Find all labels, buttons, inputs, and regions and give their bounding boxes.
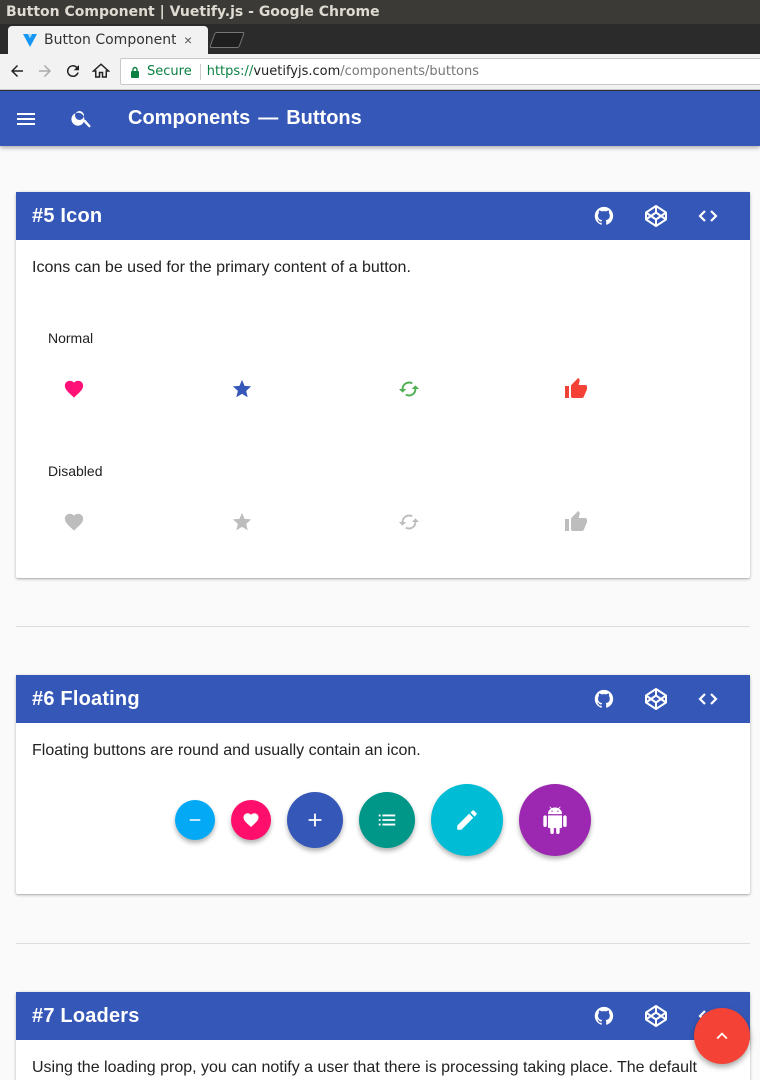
tab-title: Button Component (44, 32, 176, 48)
github-button[interactable] (592, 687, 616, 711)
favorite-icon-button[interactable] (56, 371, 92, 407)
github-button[interactable] (592, 204, 616, 228)
main-content: #5 Icon Icons can be used for the primar… (0, 146, 760, 1080)
card-title: #6 Floating (32, 687, 140, 710)
codepen-button[interactable] (644, 204, 668, 228)
codepen-icon (645, 1005, 667, 1027)
android-fab[interactable] (519, 784, 591, 856)
cached-icon (398, 381, 420, 397)
edit-icon (457, 810, 477, 830)
search-icon[interactable] (70, 106, 94, 130)
edit-fab[interactable] (431, 784, 503, 856)
omnibox-separator (199, 63, 201, 80)
browser-toolbar: Secure https:// vuetifyjs.com /component… (0, 54, 760, 90)
window-title: Button Component | Vuetify.js - Google C… (0, 0, 760, 24)
card-description: Icons can be used for the primary conten… (32, 259, 411, 276)
remove-icon (189, 819, 201, 821)
back-button[interactable] (6, 60, 28, 82)
forward-button[interactable] (34, 60, 56, 82)
loaders-example-card: #7 Loaders Using the loading prop, you c… (16, 992, 750, 1080)
star-icon (232, 379, 252, 398)
star-icon (232, 512, 252, 531)
codepen-icon (645, 205, 667, 227)
favorite-fab[interactable] (231, 800, 271, 840)
android-icon (543, 806, 567, 834)
thumb-up-icon-button-disabled (558, 504, 594, 540)
forward-arrow-icon (39, 65, 51, 77)
heart-icon (64, 513, 84, 531)
chevron-up-icon (716, 1032, 728, 1040)
scroll-to-top-button[interactable] (694, 1008, 750, 1064)
github-icon (594, 206, 614, 225)
github-icon (594, 1006, 614, 1025)
vuetify-favicon-icon (23, 34, 37, 47)
menu-icon[interactable] (14, 107, 38, 131)
secure-label: Secure (147, 64, 192, 79)
breadcrumb-dash: — (258, 107, 279, 129)
tab-strip: Button Component × (0, 24, 760, 54)
section-divider (16, 943, 750, 944)
star-icon-button-disabled (224, 504, 260, 540)
github-icon (594, 689, 614, 708)
floating-example-card: #6 Floating Floating buttons are round a… (16, 675, 750, 894)
breadcrumb-page: Buttons (286, 107, 362, 129)
tab-close-icon[interactable]: × (184, 32, 192, 48)
code-icon (698, 693, 718, 705)
codepen-button[interactable] (644, 1004, 668, 1028)
breadcrumb-section: Components (128, 107, 251, 129)
card-header: #5 Icon (16, 192, 750, 240)
back-arrow-icon (11, 65, 23, 77)
add-fab[interactable] (287, 792, 343, 848)
app-toolbar: Components — Buttons (0, 91, 760, 146)
reload-icon (66, 65, 79, 78)
lock-icon (131, 66, 139, 78)
url-scheme: https:// (206, 64, 254, 79)
card-header: #6 Floating (16, 675, 750, 723)
list-icon (378, 814, 396, 826)
github-button[interactable] (592, 1004, 616, 1028)
codepen-button[interactable] (644, 687, 668, 711)
cached-icon (398, 514, 420, 530)
url-path: /components/buttons (340, 64, 480, 79)
cached-icon-button[interactable] (391, 371, 427, 407)
cached-icon-button-disabled (391, 504, 427, 540)
favorite-icon-button-disabled (56, 504, 92, 540)
thumb-up-icon (565, 511, 587, 531)
browser-tab[interactable]: Button Component × (8, 26, 208, 54)
card-header: #7 Loaders (16, 992, 750, 1040)
remove-fab[interactable] (175, 800, 215, 840)
new-tab-button[interactable] (209, 32, 245, 48)
view-source-button[interactable] (696, 687, 720, 711)
heart-icon (64, 380, 84, 398)
page-title: Components — Buttons (128, 91, 362, 146)
home-button[interactable] (90, 60, 112, 82)
heart-icon (243, 813, 259, 828)
star-icon-button[interactable] (224, 371, 260, 407)
reload-button[interactable] (62, 60, 84, 82)
section-divider (16, 626, 750, 627)
url-host: vuetifyjs.com (253, 64, 341, 79)
thumb-up-icon-button[interactable] (558, 371, 594, 407)
codepen-icon (645, 688, 667, 710)
card-title: #7 Loaders (32, 1004, 140, 1027)
card-description: Using the loading prop, you can notify a… (32, 1059, 697, 1076)
code-icon (698, 210, 718, 222)
card-title: #5 Icon (32, 204, 103, 227)
address-bar[interactable]: Secure https:// vuetifyjs.com /component… (120, 58, 760, 85)
card-description: Floating buttons are round and usually c… (32, 742, 421, 759)
view-source-button[interactable] (696, 204, 720, 228)
add-icon (308, 813, 322, 827)
disabled-row-label: Disabled (48, 463, 103, 479)
normal-row-label: Normal (48, 330, 94, 346)
thumb-up-icon (565, 378, 587, 398)
home-icon (92, 63, 110, 78)
icon-example-card: #5 Icon Icons can be used for the primar… (16, 192, 750, 578)
list-fab[interactable] (359, 792, 415, 848)
